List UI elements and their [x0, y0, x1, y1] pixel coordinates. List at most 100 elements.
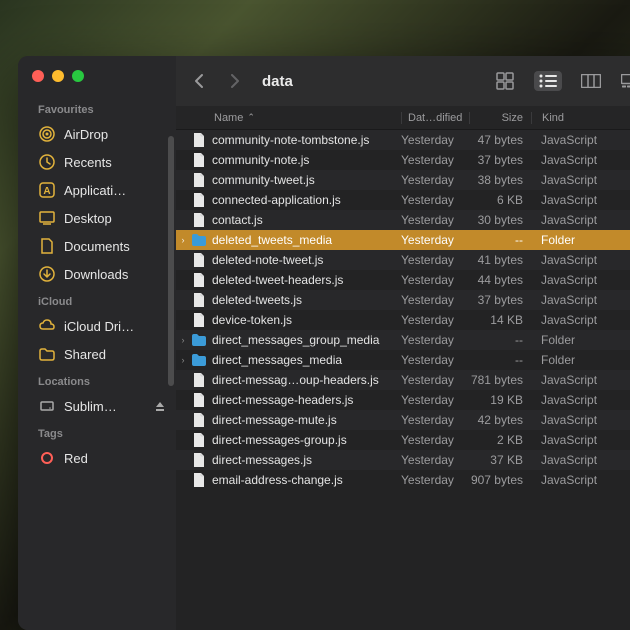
file-kind: JavaScript [531, 153, 630, 167]
sidebar-item-shared[interactable]: Shared [18, 340, 176, 368]
window-controls [18, 70, 176, 96]
file-date: Yesterday [401, 233, 469, 247]
file-row[interactable]: direct-messages.jsYesterday37 KBJavaScri… [176, 450, 630, 470]
sidebar-item-label: Desktop [64, 211, 112, 226]
file-kind: Folder [531, 233, 630, 247]
desktop-icon [38, 209, 56, 227]
file-icon [190, 312, 208, 328]
file-row[interactable]: device-token.jsYesterday14 KBJavaScript [176, 310, 630, 330]
fullscreen-button[interactable] [72, 70, 84, 82]
file-row[interactable]: ›direct_messages_mediaYesterday--Folder [176, 350, 630, 370]
file-date: Yesterday [401, 333, 469, 347]
column-date[interactable]: Dat…dified [401, 112, 469, 124]
sidebar-item-documents[interactable]: Documents [18, 232, 176, 260]
sidebar-item-downloads[interactable]: Downloads [18, 260, 176, 288]
file-name: deleted-note-tweet.js [208, 253, 401, 267]
column-kind[interactable]: Kind [531, 112, 630, 124]
downloads-icon [38, 265, 56, 283]
sidebar-section-label: Favourites [18, 96, 176, 120]
forward-button[interactable] [228, 73, 242, 89]
file-row[interactable]: contact.jsYesterday30 bytesJavaScript [176, 210, 630, 230]
sidebar-section-label: iCloud [18, 288, 176, 312]
file-size: 781 bytes [469, 373, 531, 387]
file-date: Yesterday [401, 413, 469, 427]
sidebar-scrollbar[interactable] [168, 136, 174, 386]
sidebar-item-icloud[interactable]: iCloud Dri… [18, 312, 176, 340]
list-view-button[interactable] [534, 71, 562, 91]
file-row[interactable]: › deleted_tweets_mediaYesterday--Folder [176, 230, 630, 250]
sort-ascending-icon: ⌃ [247, 112, 255, 123]
file-row[interactable]: direct-messag…oup-headers.jsYesterday781… [176, 370, 630, 390]
main-pane: data Name ⌃ Dat…dified [176, 56, 630, 630]
file-size: -- [469, 353, 531, 367]
file-row[interactable]: direct-message-mute.jsYesterday42 bytesJ… [176, 410, 630, 430]
back-button[interactable] [192, 73, 206, 89]
file-kind: JavaScript [531, 373, 630, 387]
file-icon [190, 272, 208, 288]
folder-icon [190, 333, 208, 347]
file-icon [190, 372, 208, 388]
sidebar-item-desktop[interactable]: Desktop [18, 204, 176, 232]
file-row[interactable]: community-tweet.jsYesterday38 bytesJavaS… [176, 170, 630, 190]
sidebar-section-label: Locations [18, 368, 176, 392]
file-size: 19 KB [469, 393, 531, 407]
file-date: Yesterday [401, 473, 469, 487]
sidebar-item-label: Recents [64, 155, 112, 170]
file-row[interactable]: direct-messages-group.jsYesterday2 KBJav… [176, 430, 630, 450]
disclosure-triangle-icon[interactable]: › [176, 335, 190, 345]
file-icon [190, 472, 208, 488]
sidebar-item-label: Downloads [64, 267, 128, 282]
file-row[interactable]: community-note-tombstone.jsYesterday47 b… [176, 130, 630, 150]
file-name: deleted_tweets_media [208, 233, 401, 247]
sidebar-item-airdrop[interactable]: AirDrop [18, 120, 176, 148]
disclosure-triangle-icon[interactable]: › [176, 355, 190, 365]
file-kind: JavaScript [531, 253, 630, 267]
file-name: contact.js [208, 213, 401, 227]
file-icon [190, 152, 208, 168]
gallery-view-button[interactable] [620, 72, 630, 90]
file-date: Yesterday [401, 313, 469, 327]
file-name: direct_messages_group_media [208, 333, 401, 347]
file-size: 37 KB [469, 453, 531, 467]
file-row[interactable]: ›direct_messages_group_mediaYesterday--F… [176, 330, 630, 350]
sidebar-item-applications[interactable]: AApplicati… [18, 176, 176, 204]
file-kind: JavaScript [531, 293, 630, 307]
file-icon [190, 452, 208, 468]
column-name[interactable]: Name ⌃ [176, 112, 401, 124]
sidebar-item-disk[interactable]: Sublim… [18, 392, 176, 420]
file-row[interactable]: direct-message-headers.jsYesterday19 KBJ… [176, 390, 630, 410]
icon-view-button[interactable] [494, 72, 516, 90]
disclosure-triangle-icon[interactable]: › [176, 235, 190, 245]
file-name: community-note.js [208, 153, 401, 167]
file-kind: JavaScript [531, 193, 630, 207]
airdrop-icon [38, 125, 56, 143]
file-row[interactable]: deleted-note-tweet.jsYesterday41 bytesJa… [176, 250, 630, 270]
file-row[interactable]: community-note.jsYesterday37 bytesJavaSc… [176, 150, 630, 170]
file-size: 47 bytes [469, 133, 531, 147]
file-row[interactable]: connected-application.jsYesterday6 KBJav… [176, 190, 630, 210]
file-row[interactable]: deleted-tweet-headers.jsYesterday44 byte… [176, 270, 630, 290]
file-date: Yesterday [401, 273, 469, 287]
close-button[interactable] [32, 70, 44, 82]
minimize-button[interactable] [52, 70, 64, 82]
file-row[interactable]: email-address-change.jsYesterday907 byte… [176, 470, 630, 490]
file-icon [190, 132, 208, 148]
file-kind: Folder [531, 353, 630, 367]
column-view-button[interactable] [580, 72, 602, 90]
finder-window: FavouritesAirDrop Recents AApplicati… Deskt… [18, 56, 630, 630]
file-row[interactable]: deleted-tweets.jsYesterday37 bytesJavaSc… [176, 290, 630, 310]
view-switcher [494, 71, 630, 91]
file-icon [190, 192, 208, 208]
sidebar-item-recents[interactable]: Recents [18, 148, 176, 176]
file-kind: JavaScript [531, 393, 630, 407]
file-date: Yesterday [401, 433, 469, 447]
column-headers: Name ⌃ Dat…dified Size Kind [176, 106, 630, 130]
disk-icon [38, 397, 56, 415]
file-kind: JavaScript [531, 173, 630, 187]
file-list[interactable]: community-note-tombstone.jsYesterday47 b… [176, 130, 630, 630]
sidebar-item-tag-red[interactable]: Red [18, 444, 176, 472]
column-size[interactable]: Size [469, 112, 531, 124]
eject-icon[interactable] [154, 400, 166, 412]
file-size: -- [469, 233, 531, 247]
file-kind: JavaScript [531, 213, 630, 227]
